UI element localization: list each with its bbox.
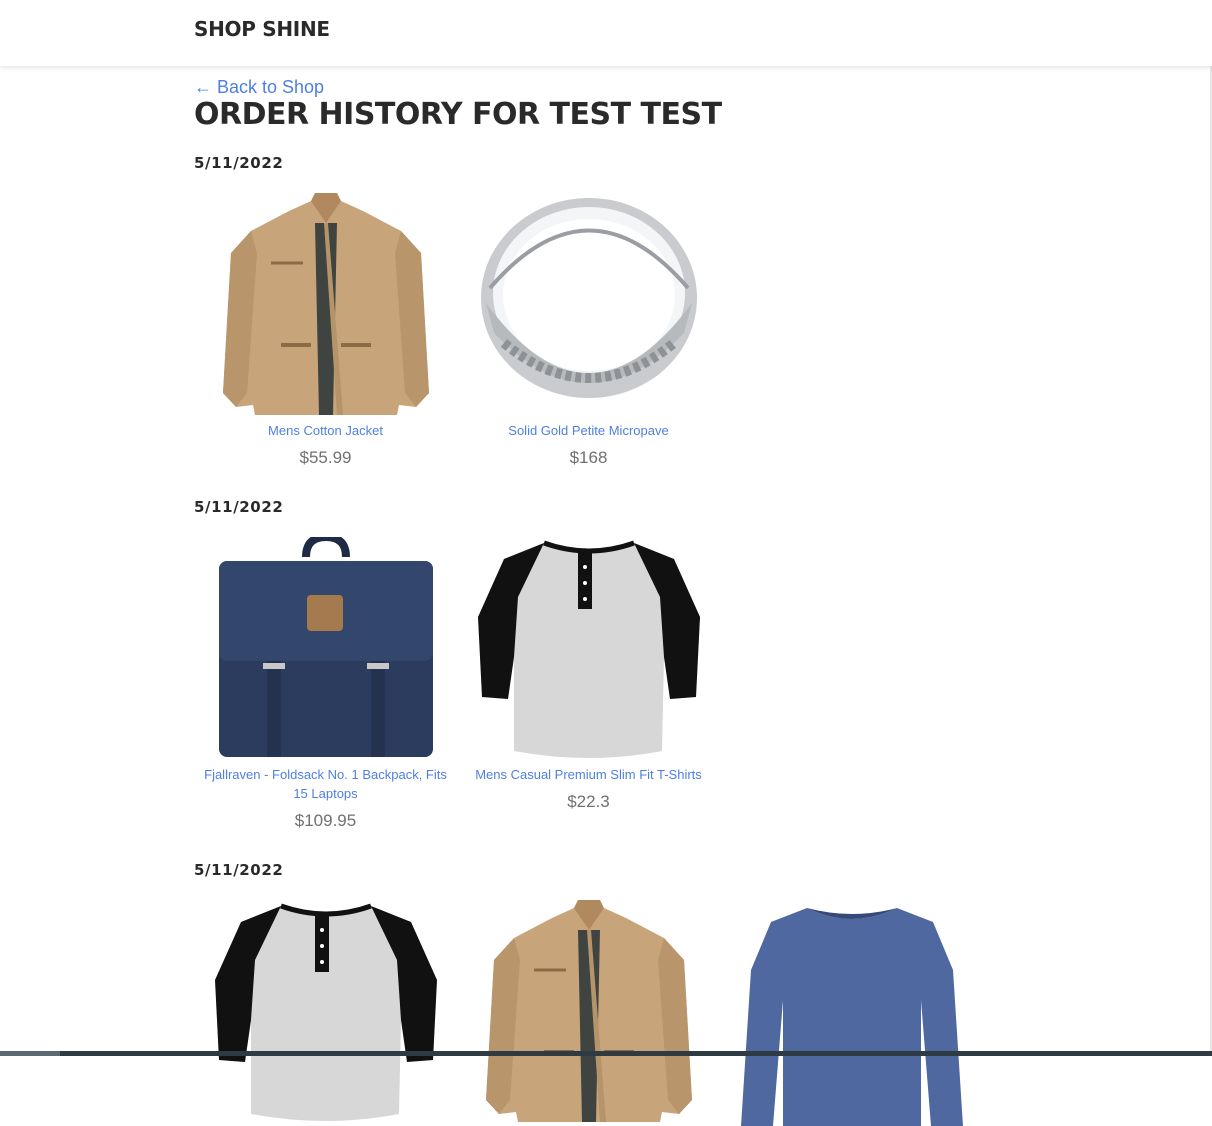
product-card: Mens Cotton Jacket $55.99 [194, 193, 457, 468]
product-card: Fjallraven - Foldsack No. 1 Backpack, Fi… [194, 537, 457, 831]
order-date: 5/11/2022 [194, 498, 284, 516]
order-products: Mens Cotton Jacket $55.99 Solid Gold Pet… [194, 193, 720, 468]
product-price: $168 [569, 448, 608, 467]
product-card [194, 900, 457, 1126]
order-products: Fjallraven - Foldsack No. 1 Backpack, Fi… [194, 537, 720, 831]
raglan-shirt-image[interactable] [211, 900, 441, 1126]
product-card [457, 900, 720, 1126]
product-price: $109.95 [294, 811, 357, 830]
order-date: 5/11/2022 [194, 861, 284, 879]
product-price: $55.99 [299, 448, 352, 467]
order-group: 5/11/2022 Mens Cotton Jacket $55.99 Soli… [194, 154, 720, 468]
silver-ring-image[interactable] [474, 193, 704, 419]
back-to-shop-link[interactable]: ← Back to Shop [194, 77, 324, 98]
tan-jacket-image[interactable] [474, 900, 704, 1126]
raglan-shirt-image[interactable] [474, 537, 704, 763]
product-card [720, 900, 983, 1126]
product-card: Mens Casual Premium Slim Fit T-Shirts $2… [457, 537, 720, 831]
blue-longsleeve-image[interactable] [737, 900, 967, 1126]
product-price: $22.3 [567, 792, 610, 811]
product-name-link[interactable]: Fjallraven - Foldsack No. 1 Backpack, Fi… [199, 765, 453, 803]
order-group: 5/11/2022 Fjallraven - Foldsack No. 1 Ba… [194, 498, 720, 831]
order-date: 5/11/2022 [194, 154, 284, 172]
order-products [194, 900, 983, 1126]
product-name-link[interactable]: Mens Casual Premium Slim Fit T-Shirts [462, 765, 716, 784]
page-title: ORDER HISTORY FOR TEST TEST [194, 97, 722, 132]
product-card: Solid Gold Petite Micropave $168 [457, 193, 720, 468]
navy-backpack-image[interactable] [211, 537, 441, 763]
product-name-link[interactable]: Mens Cotton Jacket [199, 421, 453, 440]
horizontal-scrollbar[interactable] [0, 1051, 1212, 1056]
navbar: SHOP SHINE [0, 0, 1212, 66]
brand-logo[interactable]: SHOP SHINE [194, 17, 330, 41]
scrollbar-thumb[interactable] [0, 1051, 60, 1056]
order-group: 5/11/2022 [194, 861, 983, 1126]
product-name-link[interactable]: Solid Gold Petite Micropave [462, 421, 716, 440]
tan-jacket-image[interactable] [211, 193, 441, 419]
